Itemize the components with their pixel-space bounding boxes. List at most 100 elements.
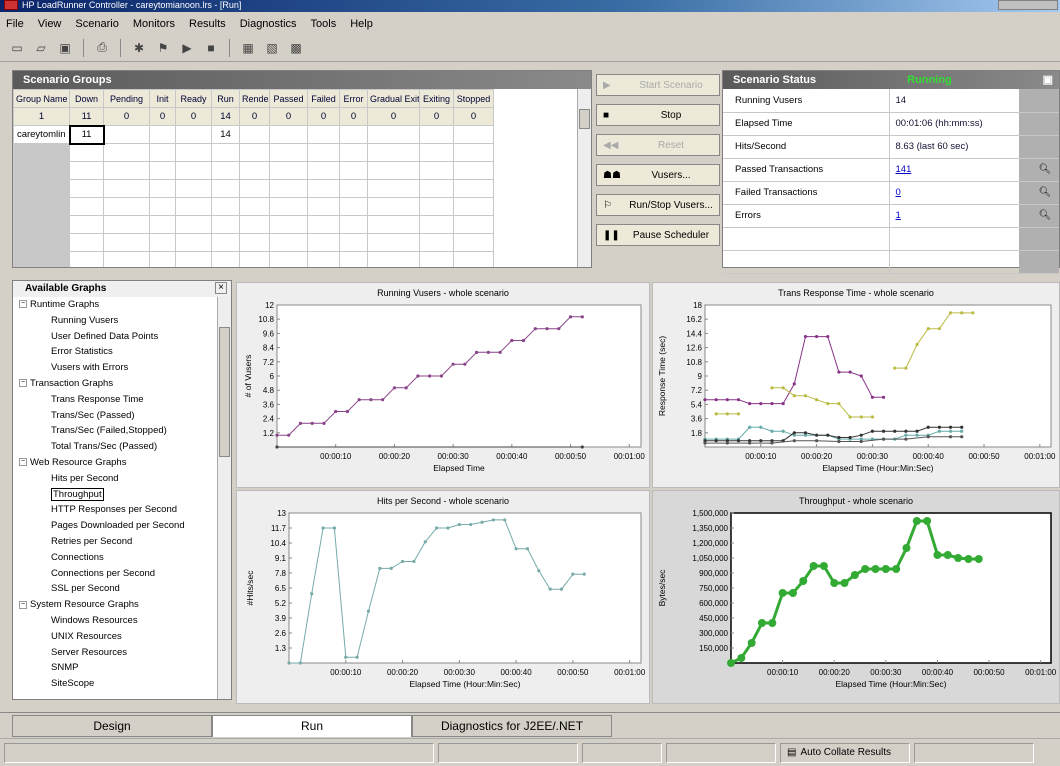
status-link[interactable]: 141 <box>896 164 912 175</box>
trans-response-time-graph[interactable]: Trans Response Time - whole scenario 18 16… <box>652 282 1060 488</box>
column-header[interactable]: Failed <box>307 89 340 108</box>
tree-item[interactable]: Retries per Second <box>17 534 231 550</box>
scenario-groups-scrollbar[interactable] <box>577 89 591 267</box>
auto-collate-status[interactable]: ▤ Auto Collate Results <box>780 742 910 763</box>
hits-per-second-graph[interactable]: Hits per Second - whole scenario 13 11.7 10… <box>236 490 650 704</box>
throughput-graph[interactable]: Throughput - whole scenario 1,500,000 1,35… <box>652 490 1060 704</box>
column-header[interactable]: Rendez <box>239 89 270 108</box>
analysis-icon[interactable]: ▧ <box>263 39 281 57</box>
menu-file[interactable]: File <box>6 18 24 30</box>
magnifier-icon[interactable]: 🔍︎ <box>1019 204 1059 228</box>
data-point <box>870 395 875 399</box>
table-row[interactable]: careytomlin 11 14 <box>13 124 494 145</box>
tab-run[interactable]: Run <box>212 715 412 737</box>
tree-item[interactable]: SSL per Second <box>17 581 231 597</box>
window-title: HP LoadRunner Controller - careytomianoo… <box>22 0 242 10</box>
column-header[interactable]: Exiting <box>419 89 454 108</box>
run-stop-vusers-button[interactable]: ⚐ Run/Stop Vusers... <box>596 194 720 216</box>
tree-item[interactable]: Trans/Sec (Passed) <box>17 408 231 424</box>
collapse-icon[interactable]: − <box>19 600 27 609</box>
column-header[interactable]: Group Name <box>13 89 70 108</box>
magnifier-icon[interactable]: 🔍︎ <box>1019 158 1059 182</box>
monitor-icon[interactable]: ▩ <box>287 39 305 57</box>
collapse-icon[interactable]: − <box>19 458 27 467</box>
menu-tools[interactable]: Tools <box>311 18 337 30</box>
data-point <box>781 402 785 406</box>
stop-icon[interactable]: ■ <box>202 39 220 57</box>
column-header[interactable]: Passed <box>269 89 308 108</box>
status-link[interactable]: 1 <box>896 210 901 221</box>
tree-item[interactable]: Running Vusers <box>17 313 231 329</box>
tree-item[interactable]: UNIX Resources <box>17 629 231 645</box>
table-cell <box>339 251 368 267</box>
tree-item[interactable]: Error Statistics <box>17 344 231 360</box>
stop-button[interactable]: ■ Stop <box>596 104 720 126</box>
print-icon[interactable]: ⎙ <box>93 39 111 57</box>
column-header[interactable]: Stopped <box>453 89 494 108</box>
vusers-button[interactable]: ☗☗ Vusers... <box>596 164 720 186</box>
tree-item[interactable]: SiteScope <box>17 676 231 692</box>
y-tick-label: 900,000 <box>699 569 728 578</box>
collapse-icon[interactable]: − <box>19 300 27 309</box>
scenario-icon[interactable]: ✱ <box>130 39 148 57</box>
reset-button[interactable]: ◀◀ Reset <box>596 134 720 156</box>
tree-category[interactable]: − System Resource Graphs <box>17 597 231 613</box>
tree-item-label: System Resource Graphs <box>30 599 139 611</box>
tab-design[interactable]: Design <box>12 715 212 737</box>
status-value[interactable]: 141 <box>888 158 1019 182</box>
table-cell[interactable]: 11 <box>68 124 105 145</box>
column-header[interactable]: Pending <box>103 89 150 108</box>
graph-tree-scrollbar[interactable] <box>217 297 231 699</box>
tree-item[interactable]: Throughput <box>17 487 231 503</box>
running-vusers-graph[interactable]: Running Vusers - whole scenario 12 10.8 9.6… <box>236 282 650 488</box>
run-icon[interactable]: ▶ <box>178 39 196 57</box>
tree-item[interactable]: Trans/Sec (Failed,Stopped) <box>17 423 231 439</box>
tree-item[interactable]: Server Resources <box>17 645 231 661</box>
magnifier-icon[interactable]: 🔍︎ <box>1019 181 1059 205</box>
status-value[interactable]: 0 <box>888 181 1019 205</box>
status-link[interactable]: 0 <box>896 187 901 198</box>
menu-results[interactable]: Results <box>189 18 226 30</box>
column-header[interactable]: Ready <box>175 89 212 108</box>
menu-monitors[interactable]: Monitors <box>133 18 175 30</box>
menu-scenario[interactable]: Scenario <box>75 18 118 30</box>
column-header[interactable]: Down <box>69 89 104 108</box>
tree-item[interactable]: Windows Resources <box>17 613 231 629</box>
tree-item[interactable]: Total Trans/Sec (Passed) <box>17 439 231 455</box>
tree-category[interactable]: − Transaction Graphs <box>17 376 231 392</box>
column-header[interactable]: Error <box>339 89 368 108</box>
table-cell <box>103 161 150 180</box>
detach-icon[interactable]: ▣ <box>1043 71 1053 89</box>
tree-category[interactable]: − Web Resource Graphs <box>17 455 231 471</box>
menu-diagnostics[interactable]: Diagnostics <box>240 18 297 30</box>
window-controls[interactable] <box>998 0 1058 10</box>
column-header[interactable]: Init <box>149 89 176 108</box>
tree-item[interactable]: Connections per Second <box>17 566 231 582</box>
start-scenario-button[interactable]: ▶ Start Scenario <box>596 74 720 96</box>
title-bar: HP LoadRunner Controller - careytomianoo… <box>0 0 1060 12</box>
close-icon[interactable]: × <box>215 282 227 294</box>
tree-item[interactable]: Trans Response Time <box>17 392 231 408</box>
save-icon[interactable]: ▣ <box>56 39 74 57</box>
status-value[interactable]: 1 <box>888 204 1019 228</box>
tree-category[interactable]: − Runtime Graphs <box>17 297 231 313</box>
tree-item[interactable]: Connections <box>17 550 231 566</box>
tree-item[interactable]: Vusers with Errors <box>17 360 231 376</box>
tree-item[interactable]: SNMP <box>17 660 231 676</box>
menu-help[interactable]: Help <box>350 18 373 30</box>
tree-item[interactable]: Pages Downloaded per Second <box>17 518 231 534</box>
tree-item[interactable]: HTTP Responses per Second <box>17 502 231 518</box>
pause-scheduler-button[interactable]: ❚❚ Pause Scheduler <box>596 224 720 246</box>
new-icon[interactable]: ▭ <box>8 39 26 57</box>
tree-item[interactable]: User Defined Data Points <box>17 329 231 345</box>
results-icon[interactable]: ▦ <box>239 39 257 57</box>
menu-view[interactable]: View <box>38 18 62 30</box>
collapse-icon[interactable]: − <box>19 379 27 388</box>
tab-diagnostics[interactable]: Diagnostics for J2EE/.NET <box>412 715 612 737</box>
y-tick-label: 1,500,000 <box>692 509 728 518</box>
column-header[interactable]: Gradual Exiting <box>367 89 420 108</box>
vuser-icon[interactable]: ⚑ <box>154 39 172 57</box>
open-icon[interactable]: ▱ <box>32 39 50 57</box>
tree-item[interactable]: Hits per Second <box>17 471 231 487</box>
column-header[interactable]: Run <box>211 89 240 108</box>
